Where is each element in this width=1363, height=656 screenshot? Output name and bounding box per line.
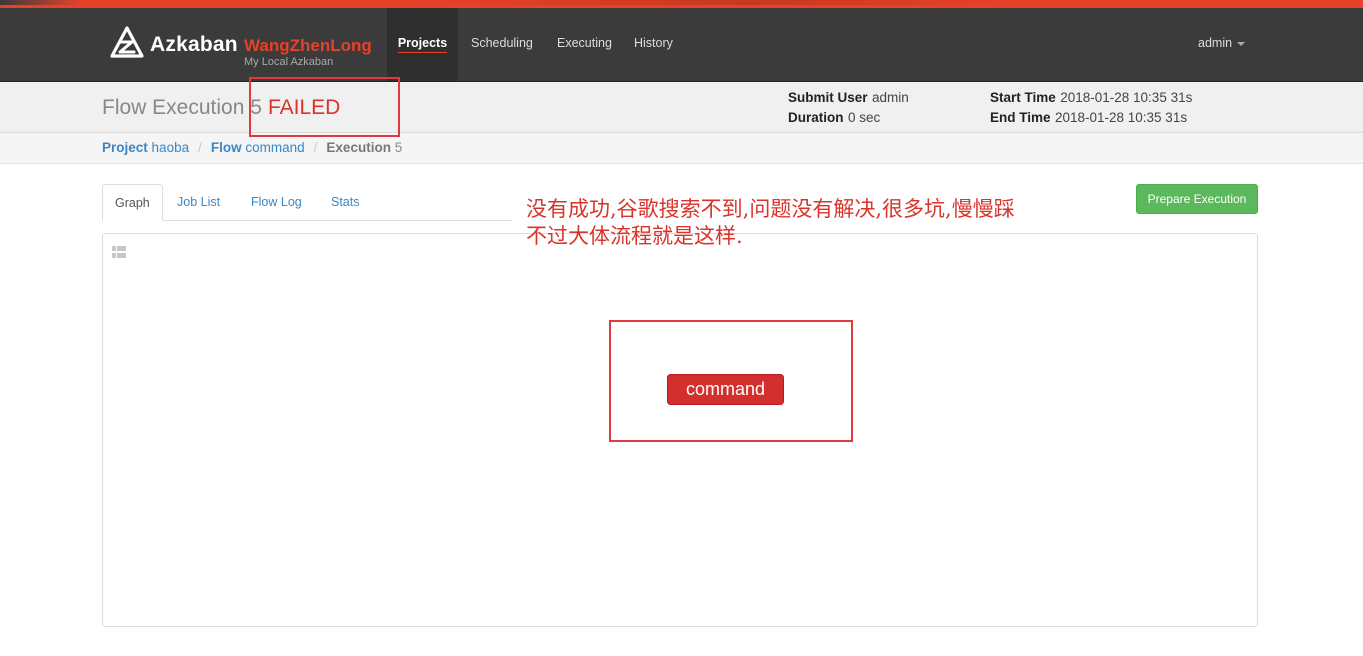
duration-value: 0 sec <box>847 110 881 125</box>
breadcrumb-current: Execution 5 <box>326 140 402 155</box>
end-time-value: 2018-01-28 10:35 31s <box>1054 110 1188 125</box>
annotation-note: 没有成功,谷歌搜索不到,问题没有解决,很多坑,慢慢踩 不过大体流程就是这样. <box>526 196 1015 250</box>
title-prefix: Flow Execution <box>102 96 245 119</box>
annotation-line-2: 不过大体流程就是这样. <box>526 224 743 248</box>
tab-flow-log[interactable]: Flow Log <box>239 184 314 219</box>
brand-name[interactable]: Azkaban <box>150 33 238 57</box>
duration-row: Duration 0 sec <box>788 109 880 127</box>
breadcrumb-flow-label: Flow <box>210 140 242 155</box>
breadcrumb-project-value: haoba <box>151 140 190 155</box>
top-accent-stripe <box>0 0 1363 8</box>
start-time-row: Start Time 2018-01-28 10:35 31s <box>990 89 1192 107</box>
submit-user-value: admin <box>871 90 909 105</box>
breadcrumb-bar: Project haoba / Flow command / Execution 5 <box>0 133 1363 164</box>
nav-executing-label: Executing <box>557 36 612 50</box>
tab-stats-label: Stats <box>331 195 360 209</box>
panel-toggle-icon[interactable] <box>112 246 126 258</box>
breadcrumb-execution-label: Execution <box>326 140 391 155</box>
nav-scheduling[interactable]: Scheduling <box>471 8 533 81</box>
nav-history[interactable]: History <box>634 8 673 81</box>
brand-instance-name: WangZhenLong <box>244 36 372 55</box>
nav-executing[interactable]: Executing <box>557 8 612 81</box>
annotation-box-status <box>249 77 400 137</box>
duration-label: Duration <box>788 110 844 125</box>
submit-user-row: Submit User admin <box>788 89 909 107</box>
breadcrumb-execution-value: 5 <box>394 140 403 155</box>
tab-flow-log-label: Flow Log <box>251 195 302 209</box>
start-time-label: Start Time <box>990 90 1056 105</box>
tab-stats[interactable]: Stats <box>319 184 372 219</box>
annotation-box-node <box>609 320 853 442</box>
user-menu[interactable]: admin <box>1198 8 1246 81</box>
azkaban-logo-icon[interactable] <box>110 26 144 60</box>
nav-projects[interactable]: Projects <box>387 8 458 81</box>
execution-header: Flow Execution 5 FAILED Submit User admin… <box>0 82 1363 133</box>
brand-instance-subtitle: My Local Azkaban <box>244 56 334 68</box>
user-menu-label: admin <box>1198 36 1233 50</box>
start-time-value: 2018-01-28 10:35 31s <box>1060 90 1193 105</box>
tab-graph[interactable]: Graph <box>102 184 163 221</box>
nav-history-label: History <box>634 36 673 50</box>
execution-tabs: Graph Job List Flow Log Stats <box>102 184 512 221</box>
top-navbar: Azkaban WangZhenLong My Local Azkaban Pr… <box>0 8 1363 82</box>
tab-graph-label: Graph <box>115 196 150 210</box>
breadcrumb-project-label: Project <box>102 140 148 155</box>
tab-job-list[interactable]: Job List <box>165 184 232 219</box>
breadcrumb-separator: / <box>198 140 202 155</box>
caret-down-icon <box>1237 41 1246 46</box>
end-time-label: End Time <box>990 110 1051 125</box>
annotation-line-1: 没有成功,谷歌搜索不到,问题没有解决,很多坑,慢慢踩 <box>526 197 1015 221</box>
nav-scheduling-label: Scheduling <box>471 36 533 50</box>
prepare-execution-button[interactable]: Prepare Execution <box>1136 184 1258 214</box>
submit-user-label: Submit User <box>788 90 868 105</box>
breadcrumb-separator: / <box>313 140 318 155</box>
end-time-row: End Time 2018-01-28 10:35 31s <box>990 109 1187 127</box>
breadcrumb-flow-value: command <box>245 140 305 155</box>
nav-projects-label: Projects <box>397 36 448 53</box>
breadcrumb-flow-link[interactable]: Flow command <box>211 140 305 155</box>
tab-job-list-label: Job List <box>177 195 221 209</box>
breadcrumb: Project haoba / Flow command / Execution 5 <box>102 140 402 155</box>
breadcrumb-project-link[interactable]: Project haoba <box>102 140 189 155</box>
